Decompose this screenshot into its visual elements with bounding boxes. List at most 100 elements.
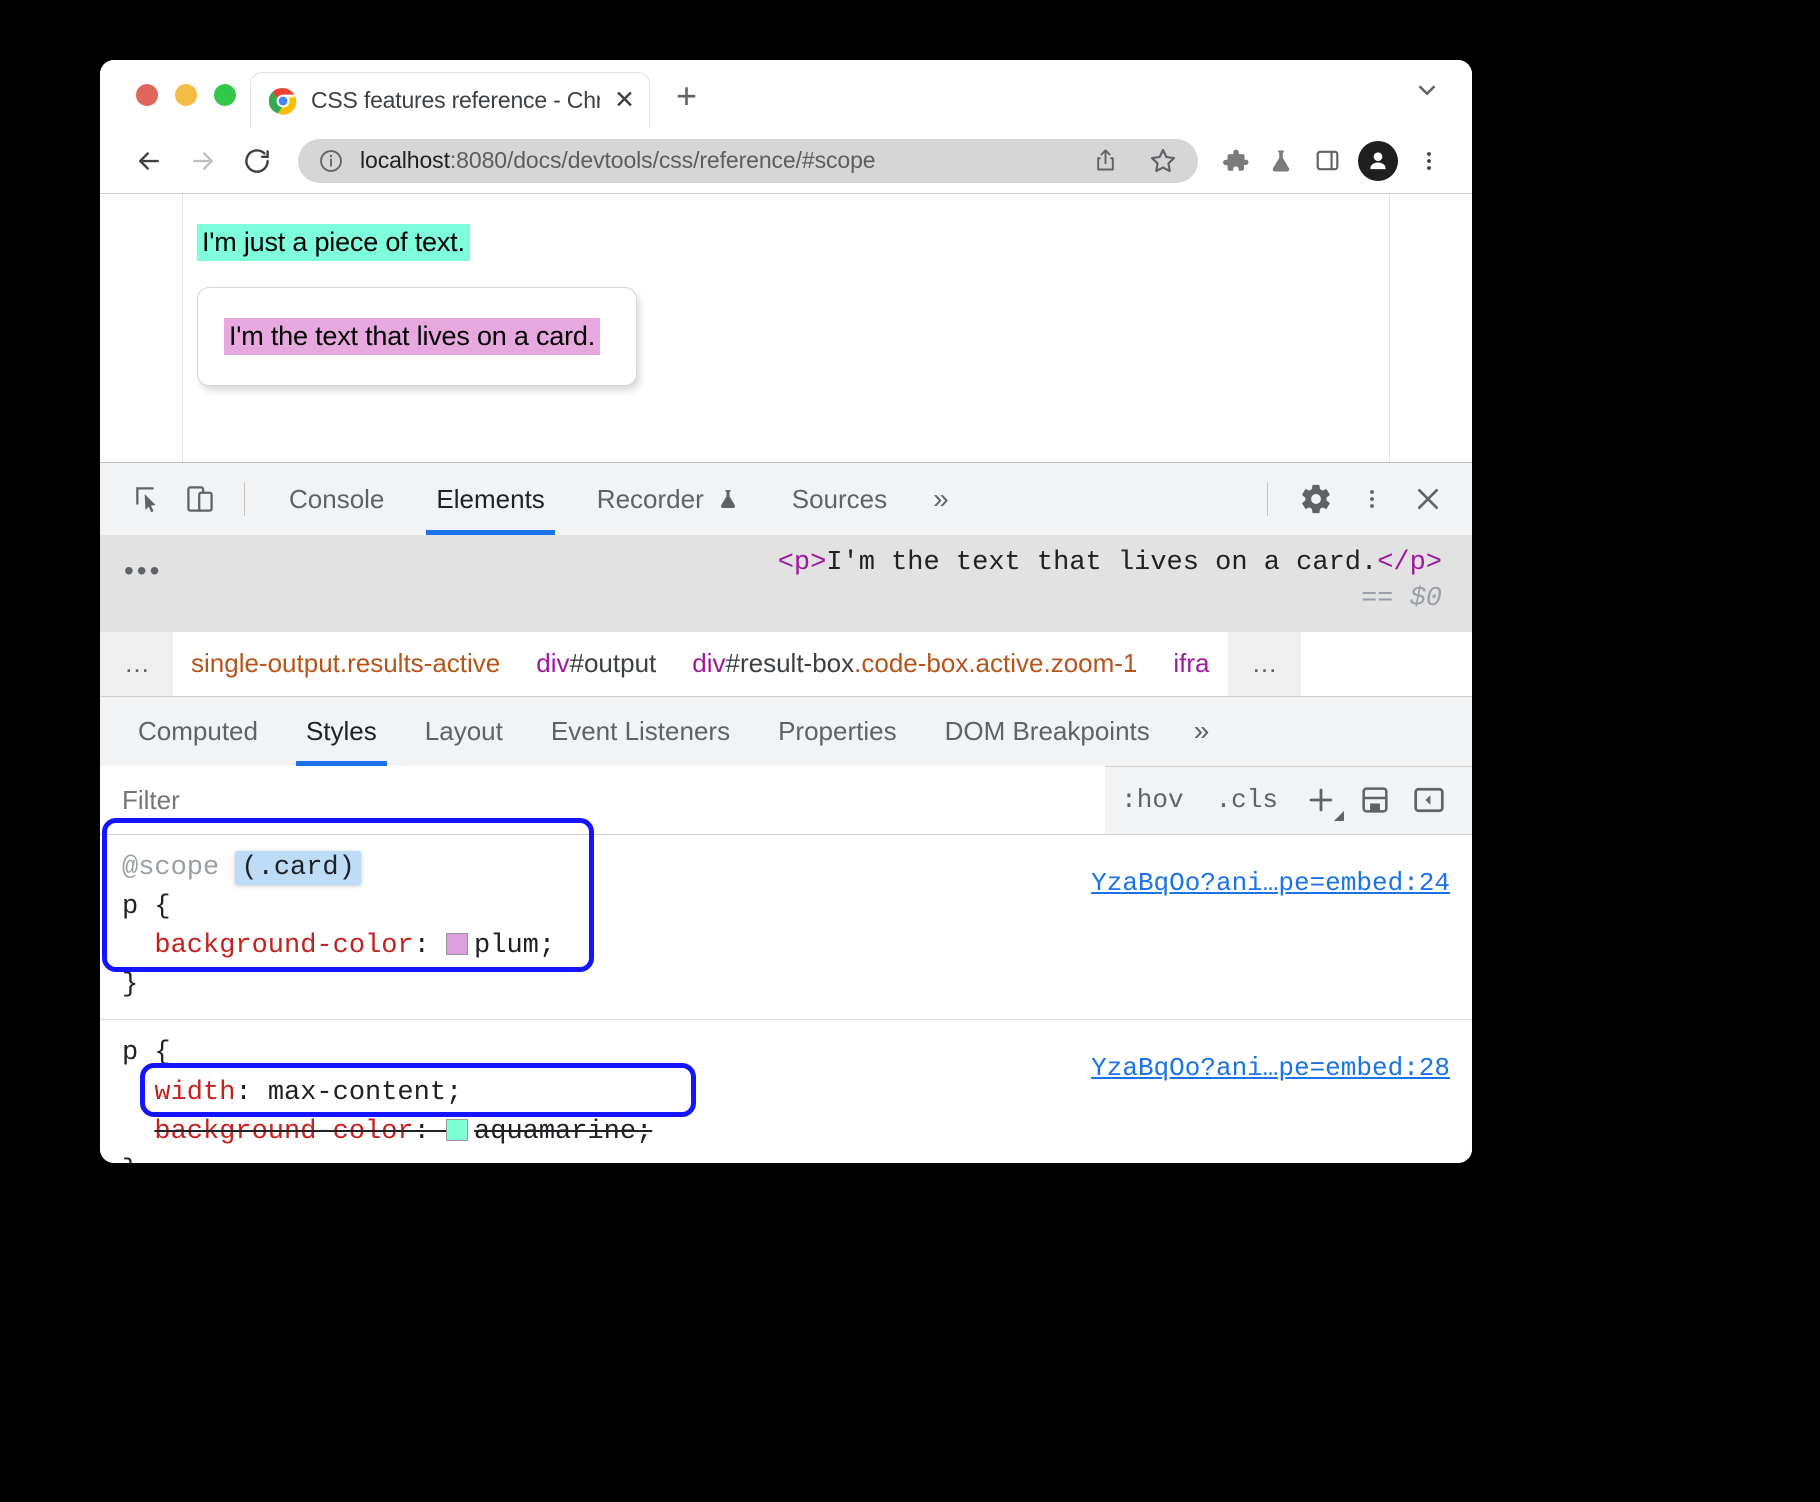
breadcrumb-item-iframe[interactable]: ifra [1155,648,1227,679]
dom-selected-node[interactable]: <p>I'm the text that lives on a card.</p… [122,545,1450,581]
toggle-cls-button[interactable]: .cls [1200,785,1294,815]
declaration-value[interactable]: plum [474,931,539,961]
tab-styles[interactable]: Styles [282,696,401,766]
rule-source-link[interactable]: YzaBqOo?ani…pe=embed:28 [1091,1050,1450,1088]
plain-paragraph: I'm just a piece of text. [197,224,1389,261]
breadcrumb-item-tag: div [692,648,725,678]
breadcrumb-item-output[interactable]: div#output [518,648,674,679]
dom-breadcrumb: … single-output.results-active div#outpu… [100,632,1472,696]
card: I'm the text that lives on a card. [197,287,637,386]
tab-title: CSS features reference - Chrom [311,87,600,114]
tab-sources[interactable]: Sources [766,463,913,535]
tab-sources-label: Sources [792,484,887,515]
device-toolbar-icon[interactable] [174,473,226,525]
breadcrumb-item-result-box[interactable]: div#result-box.code-box.active.zoom-1 [674,648,1155,679]
plus-icon[interactable] [1294,773,1348,827]
flask-icon [716,487,740,511]
styles-rules-list: YzaBqOo?ani…pe=embed:24 @scope (.card) p… [100,834,1472,1163]
star-icon[interactable] [1142,140,1184,182]
browser-toolbar: localhost:8080/docs/devtools/css/referen… [100,128,1472,194]
back-arrow-icon[interactable] [124,136,174,186]
kebab-menu-icon[interactable] [1408,140,1450,182]
toggle-hov-button[interactable]: :hov [1105,785,1199,815]
forward-arrow-icon[interactable] [178,136,228,186]
breadcrumb-item-tag: div [536,648,569,678]
toolbar-divider [244,482,245,516]
breadcrumb-item-id: #output [570,648,657,678]
declaration-value[interactable]: aquamarine [474,1117,636,1147]
share-icon[interactable] [1084,140,1126,182]
plain-paragraph-text: I'm just a piece of text. [197,224,470,261]
tab-elements-label: Elements [436,484,544,515]
rule-close-brace: } [122,966,1450,1005]
print-preview-icon[interactable] [1348,773,1402,827]
css-declaration-overridden[interactable]: background-color: aquamarine; [122,1113,1450,1152]
devtools-tabbar: Console Elements Recorder Sources » [100,463,1472,535]
flask-icon[interactable] [1260,140,1302,182]
actions-divider [1267,482,1268,516]
computed-sidebar-icon[interactable] [1402,773,1456,827]
tab-event-listeners-label: Event Listeners [551,716,730,747]
tab-styles-label: Styles [306,716,377,747]
tabs-overflow-icon[interactable]: » [913,483,969,515]
tab-elements[interactable]: Elements [410,463,570,535]
minimize-window-button[interactable] [175,84,197,106]
declaration-value[interactable]: max-content [268,1078,446,1108]
close-icon[interactable]: ✕ [614,88,635,113]
avatar[interactable] [1358,141,1398,181]
close-icon[interactable] [1402,473,1454,525]
info-circle-icon[interactable] [318,148,344,174]
tab-properties[interactable]: Properties [754,696,921,766]
tab-computed[interactable]: Computed [114,696,282,766]
color-swatch[interactable] [446,933,468,955]
scope-argument[interactable]: (.card) [235,851,360,885]
declaration-property[interactable]: background-color [154,1117,413,1147]
css-declaration[interactable]: background-color: plum; [122,927,1450,966]
page-viewport: I'm just a piece of text. I'm the text t… [100,194,1472,462]
tab-dom-breakpoints[interactable]: DOM Breakpoints [921,696,1174,766]
breadcrumb-overflow-left[interactable]: … [100,632,173,696]
tab-layout[interactable]: Layout [401,696,527,766]
rule-close-brace: } [122,1152,1450,1163]
dom-ellipsis[interactable]: ••• [124,557,162,585]
declaration-property[interactable]: background-color [154,931,413,961]
dom-selected-marker: == $0 [122,581,1450,617]
breadcrumb-item-tag: ifra [1173,648,1209,678]
color-swatch[interactable] [446,1119,468,1141]
dom-close-tag: </p> [1377,548,1442,578]
browser-window: CSS features reference - Chrom ✕ + [100,60,1472,1163]
card-paragraph-text: I'm the text that lives on a card. [224,318,600,355]
css-rule-p[interactable]: YzaBqOo?ani…pe=embed:28 p { width: max-c… [100,1020,1472,1163]
reload-icon[interactable] [232,136,282,186]
devtools-panel: Console Elements Recorder Sources » [100,462,1472,1163]
address-bar-url: localhost:8080/docs/devtools/css/referen… [360,147,1068,174]
side-panel-icon[interactable] [1306,140,1348,182]
gear-icon[interactable] [1290,473,1342,525]
tab-recorder[interactable]: Recorder [571,463,766,535]
filter-input[interactable] [100,766,1105,834]
screenshot-root: CSS features reference - Chrom ✕ + [0,0,1820,1502]
maximize-window-button[interactable] [214,84,236,106]
breadcrumb-item-single-output[interactable]: single-output.results-active [173,648,518,679]
pane-tabs-overflow-icon[interactable]: » [1174,715,1230,747]
inspect-cursor-icon[interactable] [122,473,174,525]
dom-node-text: I'm the text that lives on a card. [826,548,1377,578]
window-controls [100,84,236,128]
devtools-kebab-menu-icon[interactable] [1346,473,1398,525]
new-tab-button[interactable]: + [676,78,697,114]
tab-console-label: Console [289,484,384,515]
close-window-button[interactable] [136,84,158,106]
css-rule-scope[interactable]: YzaBqOo?ani…pe=embed:24 @scope (.card) p… [100,835,1472,1021]
tabstrip-chevron-down-icon[interactable] [1412,75,1442,110]
breadcrumb-overflow-right[interactable]: … [1228,632,1301,696]
declaration-property[interactable]: width [154,1078,235,1108]
breadcrumb-item-classes: single-output.results-active [191,648,500,678]
url-host: localhost [360,147,450,173]
address-bar[interactable]: localhost:8080/docs/devtools/css/referen… [298,139,1198,183]
styles-filter-bar: :hov .cls [100,766,1472,834]
tab-event-listeners[interactable]: Event Listeners [527,696,754,766]
tab-console[interactable]: Console [263,463,410,535]
puzzle-icon[interactable] [1214,140,1256,182]
browser-tab[interactable]: CSS features reference - Chrom ✕ [250,72,650,128]
rule-source-link[interactable]: YzaBqOo?ani…pe=embed:24 [1091,865,1450,903]
